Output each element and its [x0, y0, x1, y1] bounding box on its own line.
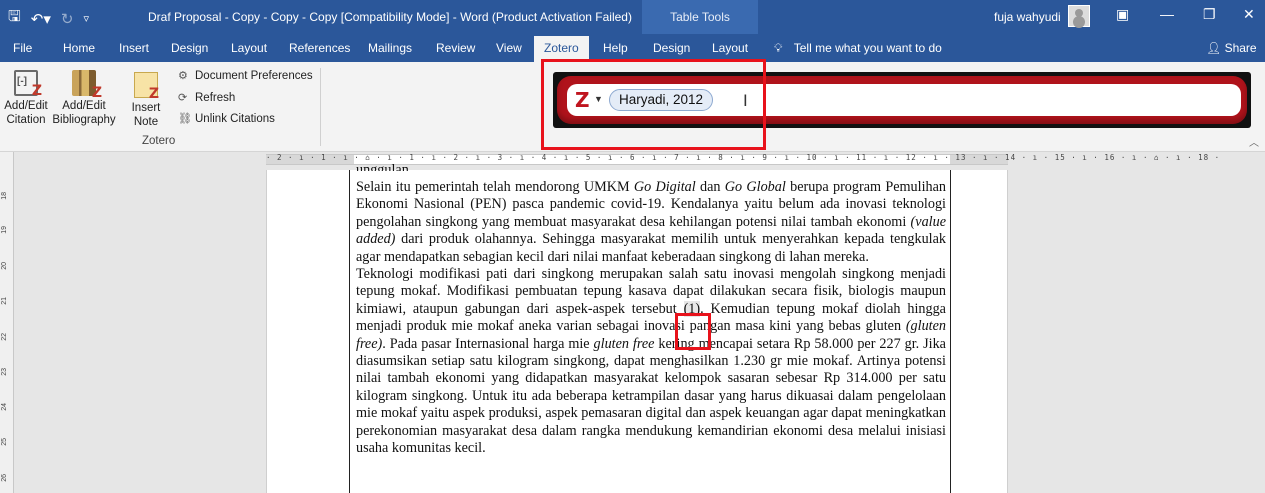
- ribbon-tabs: File Home Insert Design Layout Reference…: [0, 34, 1265, 62]
- vruler-tick: 20: [1, 262, 8, 270]
- unlink-icon: ⛓: [178, 113, 192, 125]
- gear-icon: ⚙: [178, 70, 188, 82]
- document-preferences-label: Document Preferences: [195, 70, 313, 82]
- table-tools-context-label: Table Tools: [642, 0, 758, 34]
- tab-table-layout[interactable]: Layout: [712, 41, 748, 55]
- insert-note-label-2: Note: [133, 116, 159, 128]
- share-button[interactable]: 👤︎ Share: [1206, 41, 1257, 55]
- tab-view[interactable]: View: [496, 41, 522, 55]
- add-edit-citation-label-2: Citation: [6, 114, 46, 126]
- vruler-tick: 23: [1, 368, 8, 376]
- document-page[interactable]: unggulan. Selain itu pemerintah telah me…: [266, 162, 1008, 493]
- vertical-ruler[interactable]: 18 19 20 21 22 23 24 25 26: [0, 152, 14, 493]
- tab-help[interactable]: Help: [603, 41, 628, 55]
- document-body[interactable]: unggulan. Selain itu pemerintah telah me…: [356, 162, 947, 458]
- vruler-tick: 25: [1, 438, 8, 446]
- quick-access-toolbar: 🖫 ↶▾ ↻ ▿: [8, 6, 89, 31]
- bibliography-icon: Z: [72, 70, 102, 100]
- minimize-icon[interactable]: —: [1160, 6, 1174, 22]
- paragraph-1: Selain itu pemerintah telah mendorong UM…: [356, 179, 947, 265]
- unlink-citations-label: Unlink Citations: [195, 113, 275, 125]
- highlight-box-citation: [675, 313, 711, 350]
- insert-note-button[interactable]: Z Insert Note: [126, 72, 166, 129]
- tab-file[interactable]: File: [13, 41, 32, 55]
- avatar[interactable]: [1068, 5, 1090, 27]
- tab-references[interactable]: References: [289, 41, 350, 55]
- person-icon: 👤︎: [1206, 41, 1222, 55]
- vruler-tick: 21: [1, 297, 8, 305]
- group-label-zotero: Zotero: [142, 135, 176, 147]
- paragraph-2-text-d: kering mencapai setara Rp 58.000 per 227…: [356, 335, 946, 457]
- vruler-tick: 26: [1, 474, 8, 482]
- save-icon[interactable]: 🖫: [8, 6, 21, 31]
- note-icon: Z: [134, 72, 159, 101]
- paragraph-fragment: unggulan.: [356, 162, 413, 171]
- tab-layout[interactable]: Layout: [231, 41, 267, 55]
- refresh-icon: ⟳: [178, 92, 188, 104]
- gluten-free-italic-2: gluten free: [593, 335, 655, 352]
- redo-icon[interactable]: ↻: [61, 10, 74, 28]
- ruler-ticks: · 2 · ı · 1 · ı · ⌂ · ı · 1 · ı · 2 · ı …: [266, 153, 1221, 162]
- vruler-tick: 24: [1, 403, 8, 411]
- share-label: Share: [1224, 41, 1257, 55]
- insert-note-label-1: Insert: [131, 102, 161, 114]
- undo-icon[interactable]: ↶▾: [31, 10, 51, 28]
- collapse-ribbon-icon[interactable]: ︿: [1249, 134, 1259, 149]
- group-separator: [320, 68, 321, 146]
- tab-mailings[interactable]: Mailings: [368, 41, 412, 55]
- tell-me-search[interactable]: 💡︎ Tell me what you want to do: [774, 41, 942, 56]
- tell-me-label: Tell me what you want to do: [793, 41, 942, 55]
- tab-insert[interactable]: Insert: [119, 41, 149, 55]
- paragraph-2: Teknologi modifikasi pati dari singkong …: [356, 266, 946, 457]
- unlink-citations-button[interactable]: ⛓ Unlink Citations: [178, 112, 275, 125]
- add-edit-citation-label-1: Add/Edit: [4, 100, 48, 112]
- tab-review[interactable]: Review: [436, 41, 475, 55]
- vruler-tick: 22: [1, 333, 8, 341]
- ribbon-display-options-icon[interactable]: ▣: [1116, 6, 1129, 23]
- title-bar: 🖫 ↶▾ ↻ ▿ Draf Proposal - Copy - Copy - C…: [0, 0, 1265, 34]
- refresh-button[interactable]: ⟳ Refresh: [178, 91, 235, 104]
- add-edit-citation-button[interactable]: Z Add/Edit Citation: [4, 70, 48, 127]
- close-icon[interactable]: ✕: [1243, 6, 1255, 23]
- citation-icon: Z: [14, 70, 42, 98]
- paragraph-2-text-c: . Pada pasar Internasional harga mie: [382, 335, 594, 352]
- add-edit-bibliography-label-2: Bibliography: [52, 114, 116, 126]
- tab-home[interactable]: Home: [63, 41, 95, 55]
- lightbulb-icon: 💡︎: [774, 41, 783, 55]
- restore-icon[interactable]: ❐: [1203, 6, 1216, 23]
- customize-qat-icon[interactable]: ▿: [83, 12, 89, 25]
- highlight-box-zotero-bar: [541, 59, 766, 150]
- tab-design[interactable]: Design: [171, 41, 208, 55]
- refresh-label: Refresh: [195, 92, 236, 104]
- document-title: Draf Proposal - Copy - Copy - Copy [Comp…: [148, 10, 632, 24]
- add-edit-bibliography-label-1: Add/Edit: [62, 100, 106, 112]
- document-preferences-button[interactable]: ⚙ Document Preferences: [178, 69, 313, 82]
- vruler-tick: 18: [1, 192, 8, 200]
- user-name[interactable]: fuja wahyudi: [994, 10, 1061, 24]
- vruler-tick: 19: [1, 226, 8, 234]
- add-edit-bibliography-button[interactable]: Z Add/Edit Bibliography: [52, 70, 116, 127]
- tab-table-design[interactable]: Design: [653, 41, 690, 55]
